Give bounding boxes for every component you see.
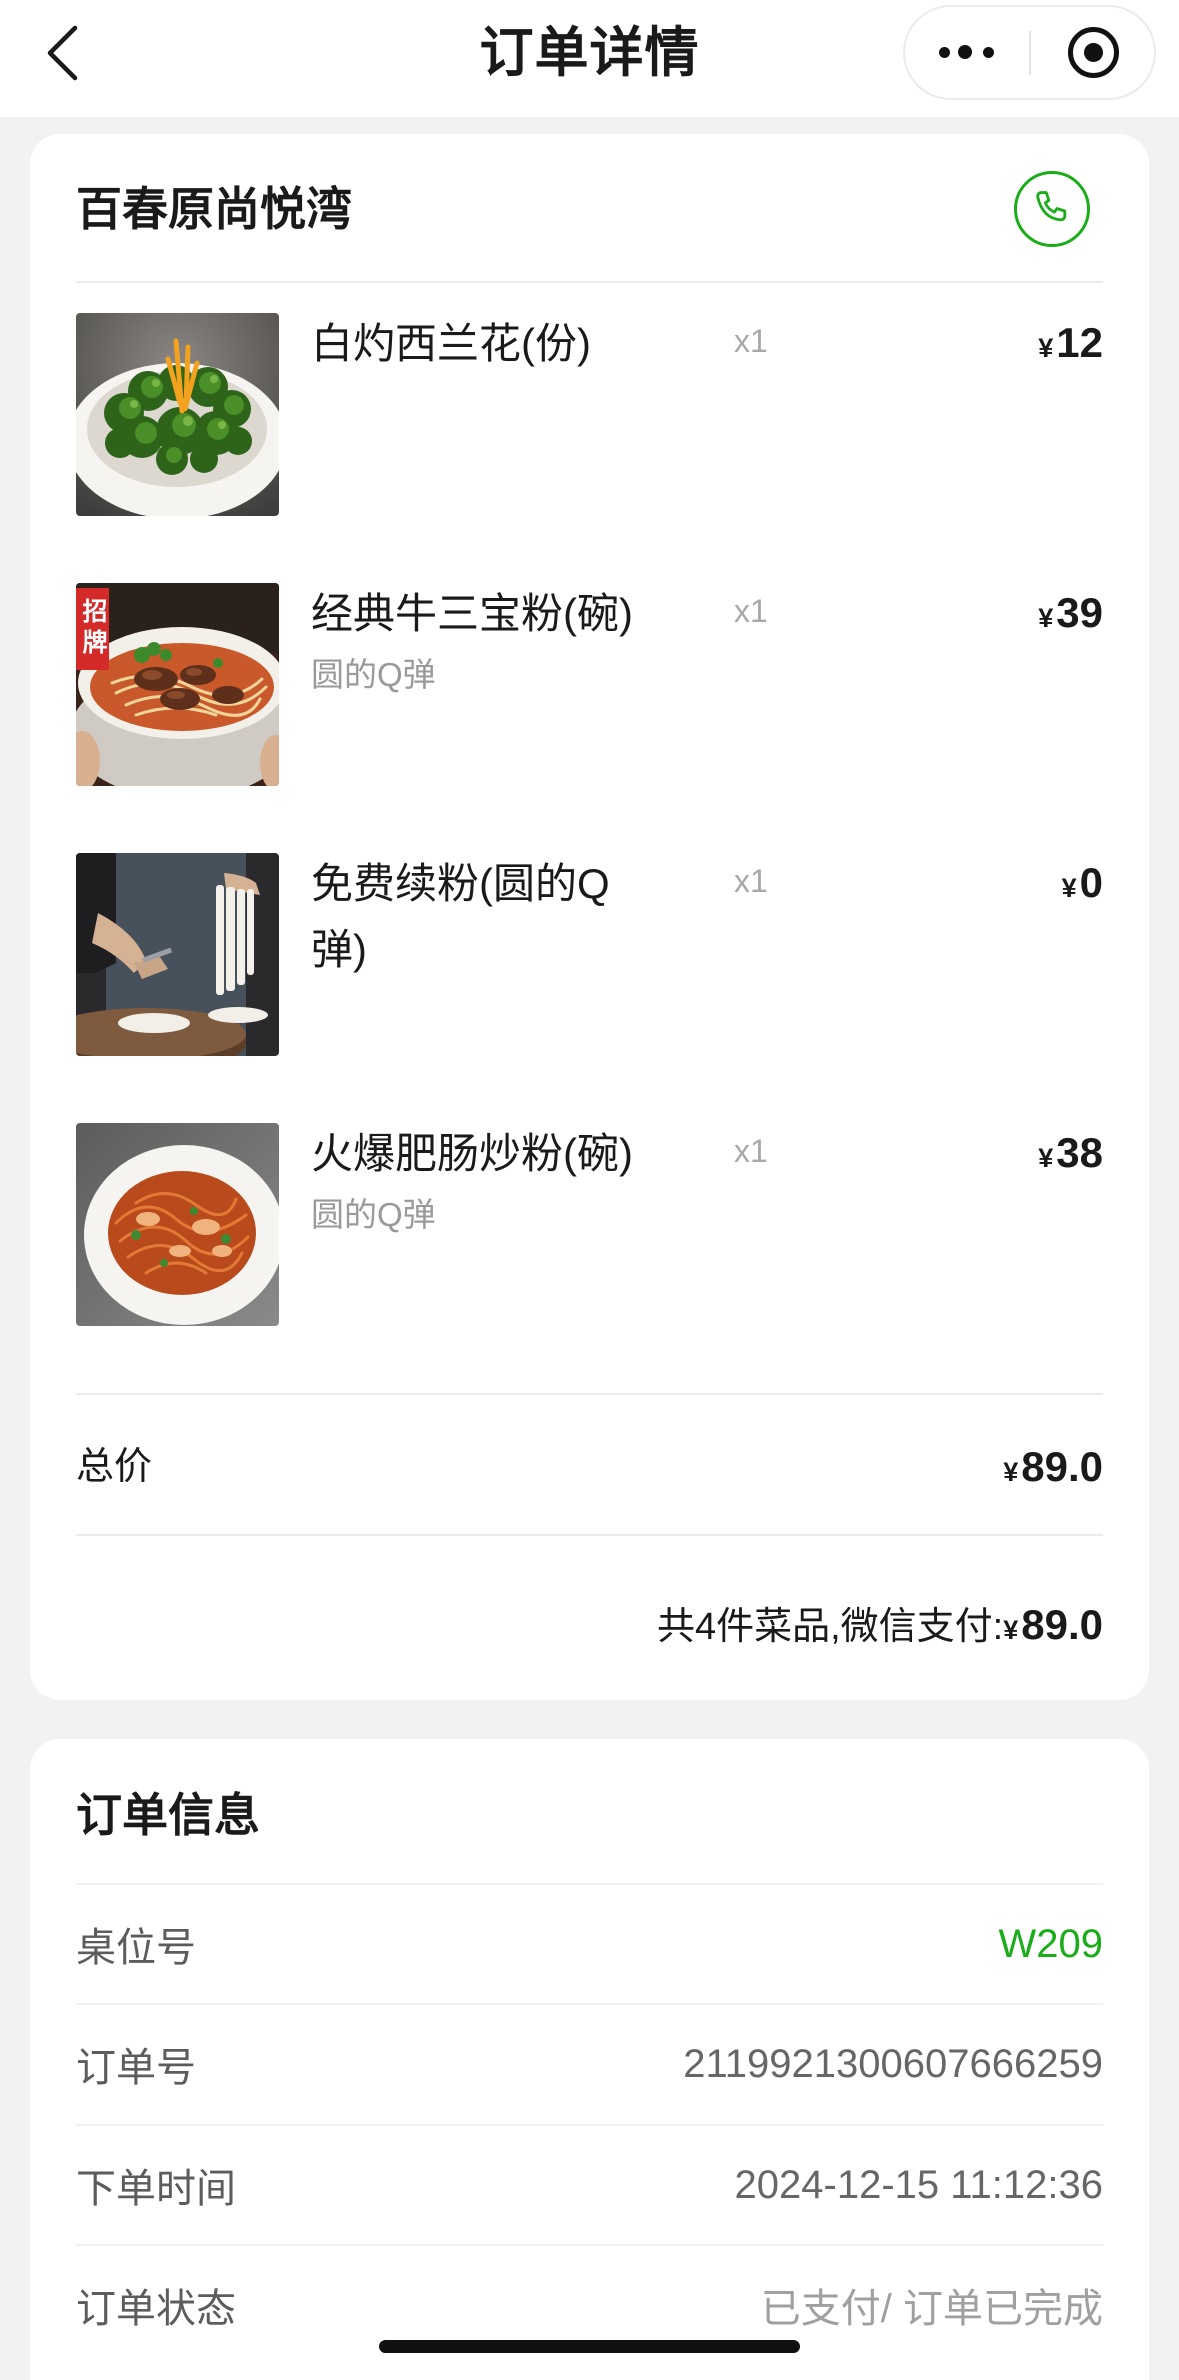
dish-photo — [76, 313, 279, 516]
item-name: 免费续粉(圆的Q弹) — [311, 860, 610, 973]
dish-photo-graphic — [76, 313, 279, 516]
order-items-card: 百春原尚悦湾 白灼西兰花(份) x1 ¥12 招牌 经典牛三宝粉(碗) 圆的Q弹… — [30, 134, 1149, 1700]
dish-photo: 招牌 — [76, 583, 279, 786]
order-item: 免费续粉(圆的Q弹) x1 ¥0 — [76, 853, 1103, 1056]
currency-symbol: ¥ — [1038, 1143, 1054, 1173]
info-label: 下单时间 — [76, 2167, 236, 2211]
nav-bar: 订单详情 — [0, 0, 1179, 117]
item-info: 经典牛三宝粉(碗) 圆的Q弹 — [311, 581, 646, 697]
dish-photo — [76, 1123, 279, 1326]
price-value: 12 — [1056, 319, 1103, 366]
more-button[interactable] — [905, 7, 1029, 98]
payment-summary-text: 共4件菜品,微信支付: — [656, 1606, 1004, 1648]
item-quantity: x1 — [734, 1133, 768, 1169]
currency-symbol: ¥ — [1003, 1457, 1019, 1487]
order-item: 招牌 经典牛三宝粉(碗) 圆的Q弹 x1 ¥39 — [76, 583, 1103, 786]
item-price: ¥39 — [1038, 585, 1103, 651]
order-info-card: 订单信息 桌位号 W209 订单号 2119921300607666259 下单… — [30, 1739, 1149, 2380]
item-name: 经典牛三宝粉(碗) — [311, 590, 633, 637]
order-info-title: 订单信息 — [76, 1789, 260, 1841]
currency-symbol: ¥ — [1061, 873, 1077, 903]
record-circle-icon — [1068, 27, 1119, 78]
divider — [76, 1393, 1103, 1395]
item-quantity: x1 — [734, 323, 768, 359]
order-status: 已支付/ 订单已完成 — [760, 2287, 1103, 2331]
paid-amount: 89.0 — [1021, 1601, 1103, 1648]
item-quantity: x1 — [734, 593, 768, 629]
chevron-left-icon — [47, 25, 78, 81]
info-row-table: 桌位号 W209 — [76, 1883, 1103, 2003]
page-title: 订单详情 — [479, 23, 700, 83]
order-number: 2119921300607666259 — [683, 2041, 1103, 2086]
price-value: 38 — [1056, 1129, 1103, 1176]
price-value: 0 — [1079, 859, 1103, 906]
call-store-button[interactable] — [1014, 171, 1090, 247]
record-circle-dot — [1084, 43, 1103, 62]
more-dots-icon — [939, 47, 950, 58]
more-dots-icon — [983, 47, 994, 58]
order-detail-page: 订单详情 百春原尚悦湾 白灼西兰花(份) x1 ¥12 招牌 经典牛三宝粉(碗)… — [0, 0, 1179, 2380]
order-time: 2024-12-15 11:12:36 — [734, 2162, 1103, 2207]
order-item: 火爆肥肠炒粉(碗) 圆的Q弹 x1 ¥38 — [76, 1123, 1103, 1326]
total-price-row: 总价 ¥89.0 — [76, 1437, 1103, 1497]
item-name: 白灼西兰花(份) — [311, 320, 591, 367]
table-number: W209 — [998, 1921, 1104, 1966]
item-price: ¥12 — [1038, 315, 1103, 381]
total-amount: ¥89.0 — [1003, 1437, 1103, 1507]
dish-photo-graphic — [76, 853, 279, 1056]
signature-dish-tag: 招牌 — [76, 588, 109, 670]
item-spec: 圆的Q弹 — [311, 656, 436, 693]
phone-icon — [1036, 191, 1067, 222]
price-value: 39 — [1056, 589, 1103, 636]
home-indicator[interactable] — [379, 2340, 800, 2353]
divider — [76, 1534, 1103, 1536]
total-value: 89.0 — [1021, 1443, 1103, 1490]
total-label: 总价 — [76, 1446, 153, 1488]
dish-photo-graphic — [76, 1123, 279, 1326]
exit-button[interactable] — [1031, 7, 1154, 98]
item-quantity: x1 — [734, 863, 768, 899]
item-info: 免费续粉(圆的Q弹) — [311, 851, 646, 983]
item-name: 火爆肥肠炒粉(碗) — [311, 1130, 633, 1177]
item-spec: 圆的Q弹 — [311, 1196, 436, 1233]
dish-photo — [76, 853, 279, 1056]
mini-program-capsule — [903, 5, 1156, 100]
item-price: ¥0 — [1062, 855, 1103, 921]
store-name: 百春原尚悦湾 — [76, 183, 352, 235]
info-label: 订单号 — [76, 2046, 196, 2090]
back-button[interactable] — [36, 20, 96, 86]
more-dots-icon — [958, 45, 972, 59]
item-price: ¥38 — [1038, 1125, 1103, 1191]
currency-symbol: ¥ — [1003, 1615, 1019, 1645]
item-info: 火爆肥肠炒粉(碗) 圆的Q弹 — [311, 1121, 646, 1237]
currency-symbol: ¥ — [1038, 333, 1054, 363]
divider — [76, 281, 1103, 283]
info-label: 订单状态 — [76, 2287, 236, 2331]
payment-summary: 共4件菜品,微信支付:¥89.0 — [76, 1595, 1103, 1655]
currency-symbol: ¥ — [1038, 603, 1054, 633]
order-item: 白灼西兰花(份) x1 ¥12 — [76, 313, 1103, 516]
item-info: 白灼西兰花(份) — [311, 311, 646, 377]
info-label: 桌位号 — [76, 1926, 196, 1970]
info-row-order-time: 下单时间 2024-12-15 11:12:36 — [76, 2124, 1103, 2244]
info-row-order-number: 订单号 2119921300607666259 — [76, 2003, 1103, 2123]
